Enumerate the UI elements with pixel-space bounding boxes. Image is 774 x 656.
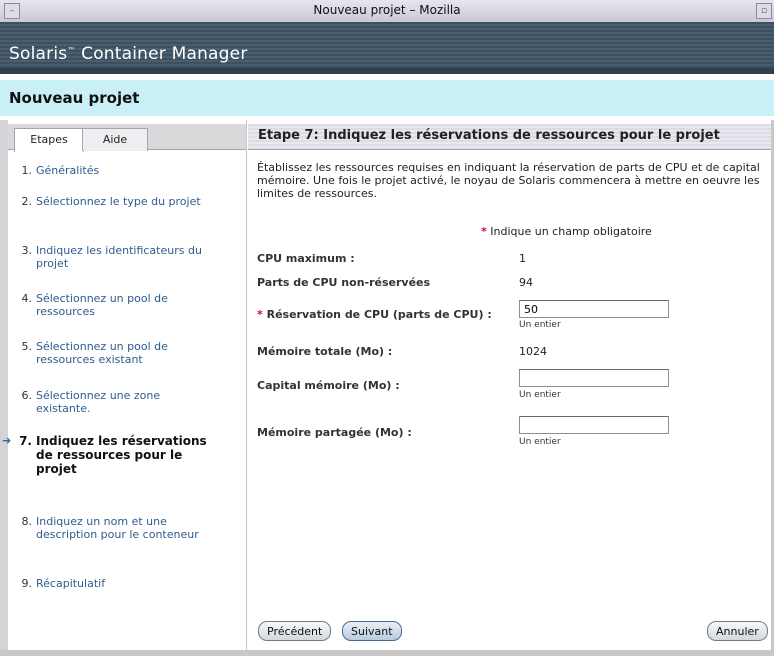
mem-total-value: 1024: [519, 345, 547, 358]
window-title: Nouveau projet – Mozilla: [313, 3, 461, 17]
step-content: Etape 7: Indiquez les réservations de re…: [248, 120, 774, 650]
cpu-reservation-label: * Réservation de CPU (parts de CPU) :: [257, 308, 492, 321]
cancel-button[interactable]: Annuler: [707, 621, 768, 641]
tab-steps[interactable]: Etapes: [14, 128, 84, 152]
required-star: *: [481, 225, 487, 238]
mem-cap-hint: Un entier: [519, 390, 561, 400]
mem-shared-label: Mémoire partagée (Mo) :: [257, 426, 412, 439]
step-heading: Etape 7: Indiquez les réservations de re…: [258, 128, 720, 143]
mem-shared-input[interactable]: [519, 416, 669, 434]
wizard-steps-pane: Etapes Aide 1. Généralités 2. Sélectionnez…: [2, 120, 247, 650]
trademark-sign: ™: [67, 46, 76, 55]
previous-button[interactable]: Précédent: [258, 621, 332, 641]
cpu-reservation-input[interactable]: [519, 300, 669, 318]
page-title-bar: Nouveau projet: [0, 80, 774, 116]
required-field-note: * Indique un champ obligatoire: [481, 225, 652, 238]
mem-cap-label: Capital mémoire (Mo) :: [257, 379, 400, 392]
required-star: *: [257, 308, 263, 321]
next-button[interactable]: Suivant: [342, 621, 402, 641]
app-name: Solaris™ Container Manager: [9, 44, 248, 64]
step-instructions: Établissez les ressources requises en in…: [257, 161, 760, 200]
banner-stripe: [0, 68, 774, 74]
left-frame-edge: [0, 120, 8, 650]
page-title: Nouveau projet: [9, 89, 140, 107]
cpu-max-value: 1: [519, 252, 526, 265]
wizard-tabs: Etapes Aide: [8, 124, 246, 152]
cpu-max-label: CPU maximum :: [257, 252, 355, 265]
cpu-unreserved-value: 94: [519, 276, 533, 289]
app-banner: Solaris™ Container Manager: [0, 22, 774, 74]
window-titlebar: – Nouveau projet – Mozilla ▫: [0, 0, 774, 23]
cpu-reservation-hint: Un entier: [519, 320, 561, 330]
bottom-frame-edge: [0, 650, 774, 656]
mem-total-label: Mémoire totale (Mo) :: [257, 345, 393, 358]
mem-cap-input[interactable]: [519, 369, 669, 387]
mem-shared-hint: Un entier: [519, 437, 561, 447]
cpu-unreserved-label: Parts de CPU non-réservées: [257, 276, 431, 289]
tab-help[interactable]: Aide: [82, 128, 148, 151]
step-heading-bar: Etape 7: Indiquez les réservations de re…: [248, 124, 774, 150]
window-maximize-icon[interactable]: ▫: [756, 3, 772, 19]
